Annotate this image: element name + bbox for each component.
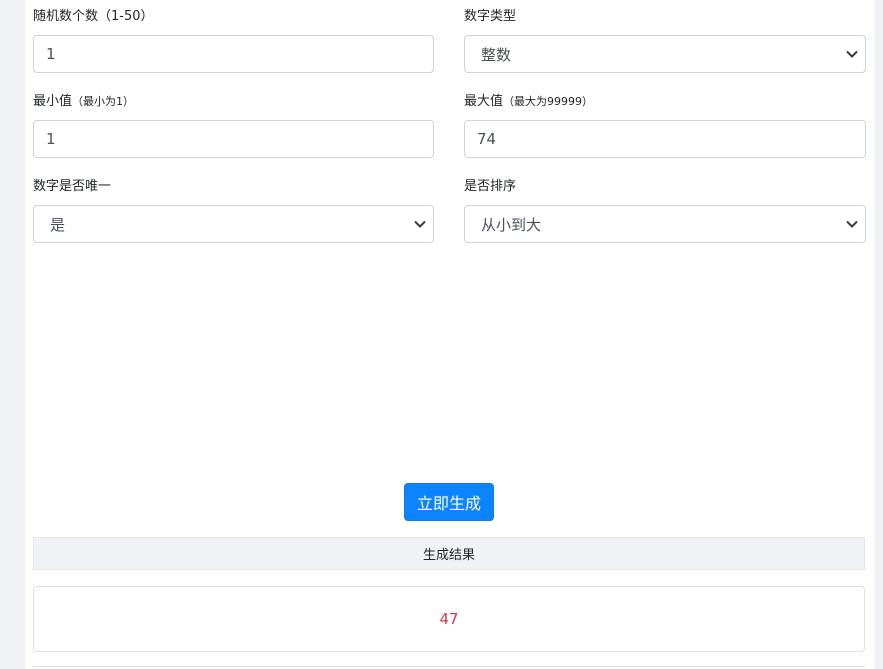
- unique-select[interactable]: 是: [33, 205, 434, 243]
- max-label: 最大值（最大为99999）: [464, 93, 593, 111]
- sort-select-value: 从小到大: [481, 215, 542, 234]
- max-input-value: 74: [477, 130, 497, 148]
- sort-label-text: 是否排序: [464, 179, 517, 194]
- result-header: 生成结果: [33, 537, 865, 570]
- max-label-text: 最大值: [464, 94, 504, 109]
- min-input-value: 1: [46, 130, 56, 148]
- count-input[interactable]: 1: [33, 35, 434, 73]
- unique-select-value: 是: [50, 215, 66, 234]
- result-value: 47: [439, 610, 459, 628]
- min-label: 最小值（最小为1）: [33, 93, 134, 111]
- sort-select[interactable]: 从小到大: [464, 205, 866, 243]
- divider: [33, 666, 865, 667]
- type-select[interactable]: 整数: [464, 35, 866, 73]
- chevron-down-icon: [409, 220, 431, 228]
- type-label-text: 数字类型: [464, 9, 517, 24]
- unique-label: 数字是否唯一: [33, 178, 111, 196]
- unique-label-text: 数字是否唯一: [33, 179, 112, 194]
- result-header-text: 生成结果: [422, 548, 475, 563]
- min-hint: （最小为1）: [72, 95, 135, 108]
- chevron-down-icon: [841, 50, 863, 58]
- count-label-text: 随机数个数（1-50）: [33, 9, 154, 24]
- min-input[interactable]: 1: [33, 120, 434, 158]
- result-box: 47: [33, 586, 865, 652]
- chevron-down-icon: [841, 220, 863, 228]
- count-input-value: 1: [46, 45, 56, 63]
- type-label: 数字类型: [464, 8, 516, 26]
- max-hint: （最大为99999）: [503, 95, 594, 108]
- min-label-text: 最小值: [33, 94, 73, 109]
- sort-label: 是否排序: [464, 178, 516, 196]
- generator-panel: 随机数个数（1-50） 1 数字类型 整数 最小值（最小为1） 1 最大值（最大…: [25, 0, 874, 669]
- generate-button[interactable]: 立即生成: [404, 483, 494, 521]
- max-input[interactable]: 74: [464, 120, 866, 158]
- generate-button-label: 立即生成: [416, 494, 481, 513]
- count-label: 随机数个数（1-50）: [33, 8, 154, 26]
- type-select-value: 整数: [481, 45, 512, 64]
